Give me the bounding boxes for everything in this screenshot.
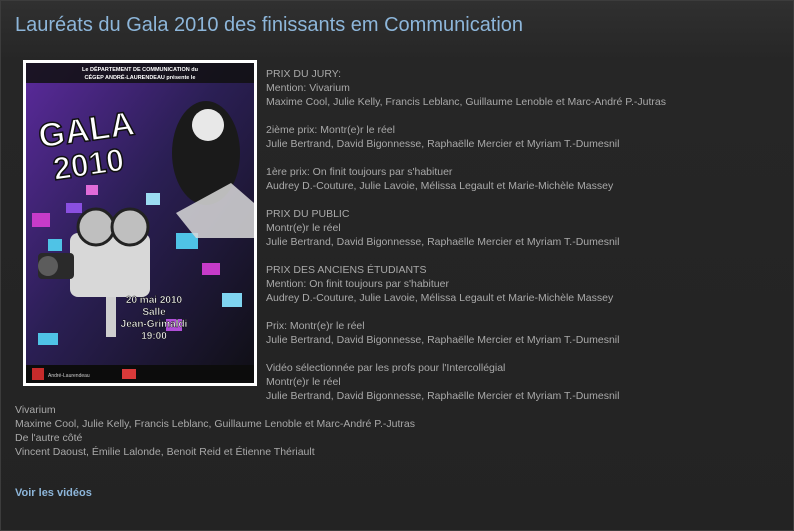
mosaic-tile: [146, 193, 160, 205]
videos-link[interactable]: Voir les vidéos: [15, 487, 92, 499]
award-prize: 1ère prix: On finit toujours par s'habit…: [266, 166, 453, 178]
poster-time: 19:00: [141, 331, 167, 342]
mosaic-tile: [32, 213, 50, 227]
award-jury: PRIX DU JURY: Mention: Vivarium Maxime C…: [266, 67, 666, 109]
award-names: Julie Bertrand, David Bigonnesse, Raphaë…: [266, 334, 620, 346]
award-heading: PRIX DES ANCIENS ÉTUDIANTS: [266, 264, 427, 276]
award-names: Julie Bertrand, David Bigonnesse, Raphaë…: [266, 138, 620, 150]
poster-date: 20 mai 2010: [126, 295, 183, 306]
award-prize: Prix: Montr(e)r le réel: [266, 320, 365, 332]
camera-tripod: [106, 297, 116, 337]
award-heading: Vidéo sélectionnée par les profs pour l'…: [266, 362, 506, 374]
mosaic-tile: [38, 333, 58, 345]
award-film: Vivarium: [15, 404, 56, 416]
awards-list: PRIX DU JURY: Mention: Vivarium Maxime C…: [266, 67, 666, 403]
award-alumni-prize: Prix: Montr(e)r le réel Julie Bertrand, …: [266, 319, 666, 347]
poster-venue-salle: Salle: [142, 307, 166, 318]
award-mention: Mention: On finit toujours par s'habitue…: [266, 278, 449, 290]
award-mention: Mention: Vivarium: [266, 82, 350, 94]
award-names: Maxime Cool, Julie Kelly, Francis Leblan…: [266, 96, 666, 108]
award-film: De l'autre côté: [15, 432, 83, 444]
gala-poster-image: Le DÉPARTEMENT DE COMMUNICATION du CÉGEP…: [23, 60, 257, 386]
page-title: Lauréats du Gala 2010 des finissants em …: [15, 14, 524, 36]
camera-lens-glass: [38, 256, 58, 276]
poster-art: Le DÉPARTEMENT DE COMMUNICATION du CÉGEP…: [26, 63, 254, 383]
award-heading: PRIX DU JURY:: [266, 68, 342, 80]
award-names: Maxime Cool, Julie Kelly, Francis Leblan…: [15, 418, 415, 430]
award-names: Julie Bertrand, David Bigonnesse, Raphaë…: [266, 390, 620, 402]
cegep-logo-icon: [32, 368, 44, 380]
award-heading: PRIX DU PUBLIC: [266, 208, 350, 220]
content-panel: Lauréats du Gala 2010 des finissants em …: [0, 0, 794, 531]
mosaic-tile: [66, 203, 82, 213]
award-film: Montr(e)r le réel: [266, 376, 341, 388]
camera-reel: [110, 207, 150, 247]
award-names: Vincent Daoust, Émilie Lalonde, Benoit R…: [15, 446, 315, 458]
figure-head: [192, 109, 224, 141]
award-first-prize: 1ère prix: On finit toujours par s'habit…: [266, 165, 666, 193]
award-public: PRIX DU PUBLIC Montr(e)r le réel Julie B…: [266, 207, 666, 249]
award-second-prize: 2ième prix: Montr(e)r le réel Julie Bert…: [266, 123, 666, 151]
award-prize: 2ième prix: Montr(e)r le réel: [266, 124, 395, 136]
award-names: Audrey D.-Couture, Julie Lavoie, Mélissa…: [266, 292, 614, 304]
award-film: Montr(e)r le réel: [266, 222, 341, 234]
sponsor-logo-icon: [122, 369, 136, 379]
poster-header-line1: Le DÉPARTEMENT DE COMMUNICATION du: [82, 65, 198, 73]
intercollegial-continued: Vivarium Maxime Cool, Julie Kelly, Franc…: [15, 403, 415, 459]
award-intercollegial: Vidéo sélectionnée par les profs pour l'…: [266, 361, 666, 403]
mosaic-tile: [222, 293, 242, 307]
award-names: Julie Bertrand, David Bigonnesse, Raphaë…: [266, 236, 620, 248]
cegep-logo-text: André-Laurendeau: [48, 373, 90, 379]
award-alumni: PRIX DES ANCIENS ÉTUDIANTS Mention: On f…: [266, 263, 666, 305]
mosaic-tile: [202, 263, 220, 275]
camera-reel: [76, 207, 116, 247]
poster-header-line2: CÉGEP ANDRÉ-LAURENDEAU présente le: [85, 73, 196, 81]
poster-venue-name: Jean-Grimaldi: [121, 319, 188, 330]
award-names: Audrey D.-Couture, Julie Lavoie, Mélissa…: [266, 180, 614, 192]
mosaic-tile: [48, 239, 62, 251]
mosaic-tile: [86, 185, 98, 195]
